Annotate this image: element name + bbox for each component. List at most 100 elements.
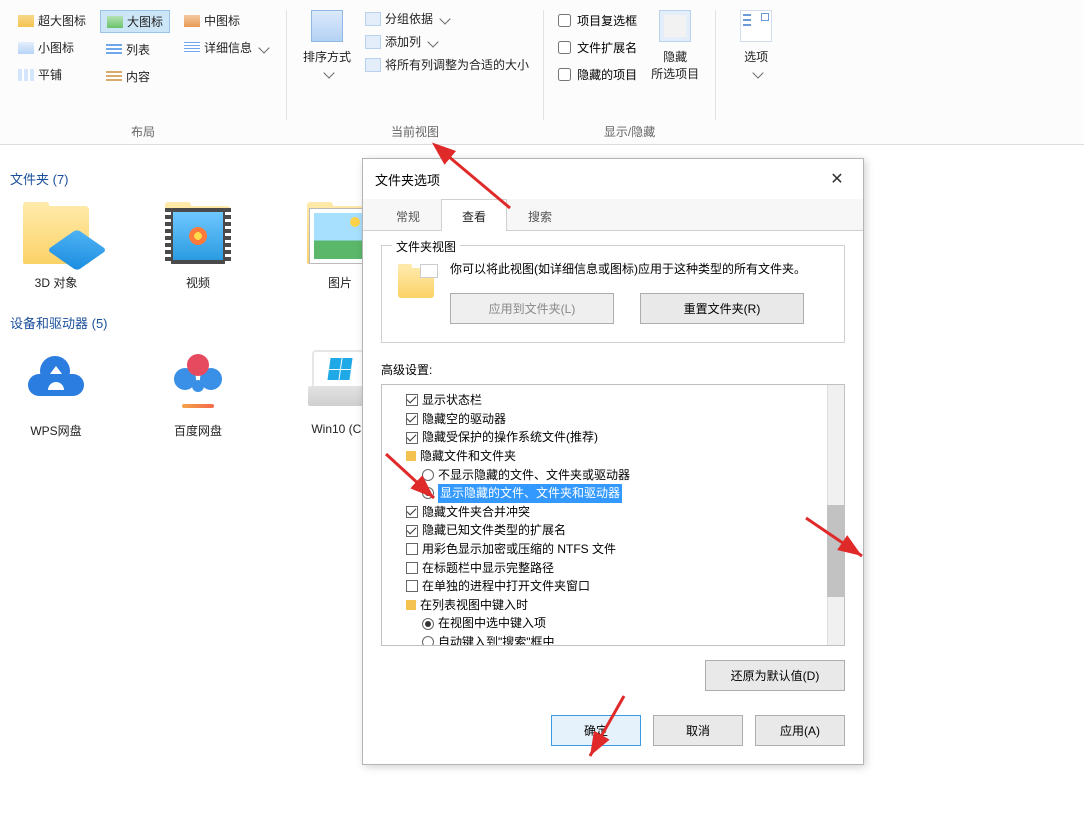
layout-large[interactable]: 大图标 — [100, 10, 170, 33]
item-checkboxes-toggle[interactable]: 项目复选框 — [558, 10, 637, 31]
cancel-button[interactable]: 取消 — [653, 715, 743, 746]
tab-search[interactable]: 搜索 — [507, 199, 573, 231]
opt-show-status[interactable]: 显示状态栏 — [390, 391, 840, 410]
layout-list[interactable]: 列表 — [100, 39, 170, 60]
fit-columns-button[interactable]: 将所有列调整为合适的大小 — [365, 56, 529, 73]
large-icon — [107, 16, 123, 28]
wps-icon — [21, 344, 91, 412]
advanced-label: 高级设置: — [381, 361, 845, 378]
folder-view-icon — [396, 262, 436, 298]
group-by-button[interactable]: 分组依据 — [365, 10, 529, 27]
add-column-button[interactable]: 添加列 — [365, 33, 529, 50]
dialog-title-text: 文件夹选项 — [375, 170, 440, 189]
folder-view-group-title: 文件夹视图 — [392, 238, 460, 255]
sort-icon — [311, 10, 343, 42]
apply-button[interactable]: 应用(A) — [755, 715, 845, 746]
dialog-footer: 确定 取消 应用(A) — [363, 701, 863, 764]
group-icon — [365, 12, 381, 26]
chevron-down-icon — [439, 13, 450, 24]
opt-own-process[interactable]: 在单独的进程中打开文件夹窗口 — [390, 577, 840, 596]
chevron-down-icon — [258, 42, 269, 53]
tab-view[interactable]: 查看 — [441, 199, 507, 231]
checkbox-icon — [406, 580, 418, 592]
reset-folders-button[interactable]: 重置文件夹(R) — [640, 293, 804, 324]
ribbon-group-current-view: 排序方式 分组依据 添加列 将所有列调整为合适的大小 当前视图 — [287, 4, 543, 144]
ok-button[interactable]: 确定 — [551, 715, 641, 746]
details-icon — [184, 42, 200, 54]
opt-show-path[interactable]: 在标题栏中显示完整路径 — [390, 559, 840, 578]
radio-icon — [422, 618, 434, 630]
extra-large-icon — [18, 15, 34, 27]
hide-selected-button[interactable]: 隐藏 所选项目 — [643, 4, 707, 88]
restore-defaults-button[interactable]: 还原为默认值(D) — [705, 660, 845, 691]
scrollbar-thumb[interactable] — [827, 505, 844, 597]
item-wps[interactable]: WPS网盘 — [14, 344, 98, 439]
chevron-down-icon — [323, 67, 334, 78]
group-list-midclick: 在列表视图中键入时 — [390, 596, 840, 615]
ribbon-group-options: 选项 — [716, 4, 796, 144]
small-icon — [18, 42, 34, 54]
item-videos[interactable]: 视频 — [156, 200, 240, 291]
item-3d-objects[interactable]: 3D 对象 — [14, 200, 98, 291]
apply-to-folders-button[interactable]: 应用到文件夹(L) — [450, 293, 614, 324]
layout-small[interactable]: 小图标 — [12, 37, 92, 58]
opt-auto-search[interactable]: 自动键入到"搜索"框中 — [390, 633, 840, 646]
fit-columns-icon — [365, 58, 381, 72]
opt-hide-protected[interactable]: 隐藏受保护的操作系统文件(推荐) — [390, 428, 840, 447]
folder-options-dialog: 文件夹选项 ✕ 常规 查看 搜索 文件夹视图 你可以将此视图(如详细信息或图标)… — [362, 158, 864, 765]
checkbox-icon — [406, 413, 418, 425]
chevron-down-icon — [752, 67, 763, 78]
hidden-items-toggle[interactable]: 隐藏的项目 — [558, 64, 637, 85]
layout-extra-large[interactable]: 超大图标 — [12, 10, 92, 31]
dialog-close-button[interactable]: ✕ — [823, 167, 851, 191]
dialog-titlebar: 文件夹选项 ✕ — [363, 159, 863, 199]
sort-button[interactable]: 排序方式 — [295, 4, 359, 83]
medium-icon — [184, 15, 200, 27]
file-extensions-toggle[interactable]: 文件扩展名 — [558, 37, 637, 58]
layout-medium[interactable]: 中图标 — [178, 10, 274, 31]
layout-details[interactable]: 详细信息 — [178, 37, 274, 58]
options-button[interactable]: 选项 — [724, 4, 788, 83]
hide-icon — [659, 10, 691, 42]
folder-node-icon — [406, 600, 416, 610]
opt-select-in-view[interactable]: 在视图中选中键入项 — [390, 614, 840, 633]
options-icon — [740, 10, 772, 42]
checkbox-icon — [406, 394, 418, 406]
chevron-down-icon — [427, 36, 438, 47]
content-icon — [106, 71, 122, 83]
folder-3d-icon — [21, 200, 91, 264]
checkbox-icon — [406, 525, 418, 537]
ribbon-group-show-hide: 项目复选框 文件扩展名 隐藏的项目 隐藏 所选项目 显示/隐藏 — [544, 4, 715, 144]
item-baidu[interactable]: 百度网盘 — [156, 344, 240, 439]
layout-tiles[interactable]: 平铺 — [12, 64, 92, 85]
folder-view-desc: 你可以将此视图(如详细信息或图标)应用于这种类型的所有文件夹。 — [450, 260, 830, 279]
opt-color-ntfs[interactable]: 用彩色显示加密或压缩的 NTFS 文件 — [390, 540, 840, 559]
checkbox-icon — [406, 432, 418, 444]
opt-hide-ext[interactable]: 隐藏已知文件类型的扩展名 — [390, 521, 840, 540]
tiles-icon — [18, 69, 34, 81]
checkbox-icon — [406, 506, 418, 518]
ribbon-label-show-hide: 显示/隐藏 — [604, 123, 655, 144]
tab-general[interactable]: 常规 — [375, 199, 441, 231]
ribbon-group-layout: 超大图标 小图标 平铺 大图标 列表 内容 中图标 详细信息 - 布局 — [0, 4, 286, 144]
videos-icon — [163, 200, 233, 264]
opt-no-show-hidden[interactable]: 不显示隐藏的文件、文件夹或驱动器 — [390, 466, 840, 485]
scrollbar[interactable] — [827, 385, 844, 645]
opt-show-hidden[interactable]: 显示隐藏的文件、文件夹和驱动器 — [390, 484, 840, 503]
opt-merge-conflict[interactable]: 隐藏文件夹合并冲突 — [390, 503, 840, 522]
ribbon-label-layout: 布局 — [131, 123, 155, 144]
folder-node-icon — [406, 451, 416, 461]
layout-content[interactable]: 内容 — [100, 66, 170, 87]
baidu-icon — [163, 344, 233, 412]
radio-icon — [422, 469, 434, 481]
ribbon: 超大图标 小图标 平铺 大图标 列表 内容 中图标 详细信息 - 布局 排序方式 — [0, 0, 1084, 145]
radio-icon — [422, 636, 434, 646]
checkbox-icon — [406, 562, 418, 574]
dialog-tabs: 常规 查看 搜索 — [363, 199, 863, 231]
checkbox-icon — [406, 543, 418, 555]
add-column-icon — [365, 35, 381, 49]
opt-hide-empty[interactable]: 隐藏空的驱动器 — [390, 410, 840, 429]
group-hidden-files: 隐藏文件和文件夹 — [390, 447, 840, 466]
ribbon-label-current-view: 当前视图 — [391, 123, 439, 144]
folder-view-group: 文件夹视图 你可以将此视图(如详细信息或图标)应用于这种类型的所有文件夹。 应用… — [381, 245, 845, 343]
